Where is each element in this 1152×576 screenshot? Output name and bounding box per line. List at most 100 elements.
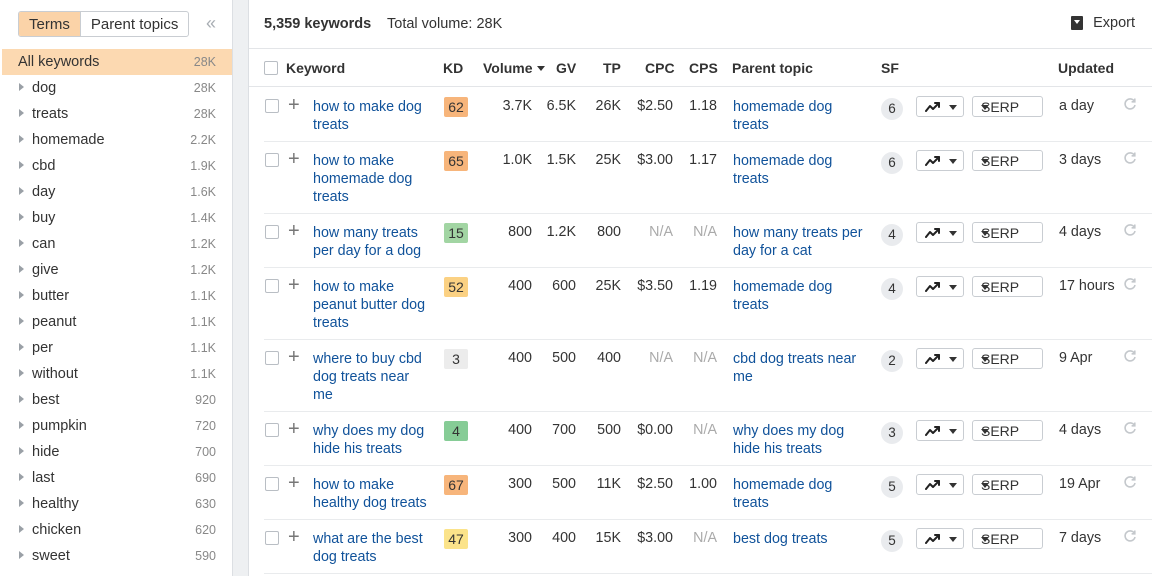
row-checkbox[interactable] (265, 99, 279, 113)
col-sf[interactable]: SF (881, 60, 899, 76)
sf-count-badge[interactable]: 6 (881, 152, 903, 174)
col-volume[interactable]: Volume (483, 60, 545, 76)
sf-count-badge[interactable]: 4 (881, 224, 903, 246)
term-item[interactable]: day 1.6K (2, 179, 232, 205)
term-item[interactable]: buy 1.4K (2, 205, 232, 231)
export-button[interactable]: Export (1071, 15, 1135, 31)
row-checkbox[interactable] (265, 351, 279, 365)
expand-caret-icon[interactable] (19, 239, 24, 247)
expand-caret-icon[interactable] (19, 187, 24, 195)
select-all-checkbox[interactable] (264, 61, 278, 75)
refresh-icon[interactable] (1123, 529, 1137, 543)
term-item[interactable]: cbd 1.9K (2, 153, 232, 179)
trend-dropdown[interactable] (916, 222, 964, 243)
trend-dropdown[interactable] (916, 96, 964, 117)
terms-tab[interactable]: Terms (19, 12, 81, 36)
serp-dropdown[interactable]: SERP (972, 150, 1043, 171)
trend-dropdown[interactable] (916, 276, 964, 297)
term-item[interactable]: hide 700 (2, 439, 232, 465)
serp-dropdown[interactable]: SERP (972, 96, 1043, 117)
add-to-list-icon[interactable]: + (288, 419, 300, 439)
col-keyword[interactable]: Keyword (286, 60, 345, 76)
sf-count-badge[interactable]: 4 (881, 278, 903, 300)
parent-topic-link[interactable]: best dog treats (733, 530, 871, 548)
row-checkbox[interactable] (265, 279, 279, 293)
sf-count-badge[interactable]: 6 (881, 98, 903, 120)
row-checkbox[interactable] (265, 477, 279, 491)
term-item[interactable]: All keywords 28K (2, 49, 232, 75)
parent-topic-link[interactable]: why does my dog hide his treats (733, 422, 871, 458)
serp-dropdown[interactable]: SERP (972, 222, 1043, 243)
expand-caret-icon[interactable] (19, 473, 24, 481)
term-item[interactable]: pumpkin 720 (2, 413, 232, 439)
expand-caret-icon[interactable] (19, 551, 24, 559)
keyword-link[interactable]: how to make homemade dog treats (313, 152, 431, 206)
add-to-list-icon[interactable]: + (288, 149, 300, 169)
col-gv[interactable]: GV (556, 60, 576, 76)
col-parent-topic[interactable]: Parent topic (732, 60, 813, 76)
parent-topic-link[interactable]: homemade dog treats (733, 98, 871, 134)
term-item[interactable]: best 920 (2, 387, 232, 413)
expand-caret-icon[interactable] (19, 343, 24, 351)
serp-dropdown[interactable]: SERP (972, 528, 1043, 549)
term-item[interactable]: dog 28K (2, 75, 232, 101)
parent-topic-link[interactable]: cbd dog treats near me (733, 350, 871, 386)
keyword-link[interactable]: how to make dog treats (313, 98, 431, 134)
expand-caret-icon[interactable] (19, 317, 24, 325)
add-to-list-icon[interactable]: + (288, 473, 300, 493)
refresh-icon[interactable] (1123, 223, 1137, 237)
keyword-link[interactable]: how to make healthy dog treats (313, 476, 431, 512)
term-item[interactable]: can 1.2K (2, 231, 232, 257)
refresh-icon[interactable] (1123, 475, 1137, 489)
sf-count-badge[interactable]: 5 (881, 476, 903, 498)
expand-caret-icon[interactable] (19, 213, 24, 221)
trend-dropdown[interactable] (916, 528, 964, 549)
serp-dropdown[interactable]: SERP (972, 420, 1043, 441)
expand-caret-icon[interactable] (19, 447, 24, 455)
col-updated[interactable]: Updated (1058, 60, 1114, 76)
trend-dropdown[interactable] (916, 348, 964, 369)
refresh-icon[interactable] (1123, 97, 1137, 111)
col-cpc[interactable]: CPC (645, 60, 675, 76)
expand-caret-icon[interactable] (19, 291, 24, 299)
expand-caret-icon[interactable] (19, 135, 24, 143)
term-item[interactable]: healthy 630 (2, 491, 232, 517)
expand-caret-icon[interactable] (19, 109, 24, 117)
add-to-list-icon[interactable]: + (288, 527, 300, 547)
row-checkbox[interactable] (265, 423, 279, 437)
row-checkbox[interactable] (265, 225, 279, 239)
refresh-icon[interactable] (1123, 421, 1137, 435)
keyword-link[interactable]: what are the best dog treats (313, 530, 431, 566)
keyword-link[interactable]: how many treats per day for a dog (313, 224, 431, 260)
row-checkbox[interactable] (265, 531, 279, 545)
serp-dropdown[interactable]: SERP (972, 276, 1043, 297)
term-item[interactable]: sweet 590 (2, 543, 232, 569)
sf-count-badge[interactable]: 5 (881, 530, 903, 552)
refresh-icon[interactable] (1123, 349, 1137, 363)
keyword-link[interactable]: how to make peanut butter dog treats (313, 278, 431, 332)
add-to-list-icon[interactable]: + (288, 221, 300, 241)
expand-caret-icon[interactable] (19, 525, 24, 533)
trend-dropdown[interactable] (916, 474, 964, 495)
double-chevron-left-icon[interactable]: « (202, 13, 220, 33)
expand-caret-icon[interactable] (19, 83, 24, 91)
keyword-link[interactable]: where to buy cbd dog treats near me (313, 350, 431, 404)
parent-topic-link[interactable]: how many treats per day for a cat (733, 224, 871, 260)
sf-count-badge[interactable]: 3 (881, 422, 903, 444)
keyword-link[interactable]: why does my dog hide his treats (313, 422, 431, 458)
expand-caret-icon[interactable] (19, 421, 24, 429)
term-item[interactable]: peanut 1.1K (2, 309, 232, 335)
term-item[interactable]: homemade 2.2K (2, 127, 232, 153)
col-kd[interactable]: KD (443, 60, 463, 76)
refresh-icon[interactable] (1123, 151, 1137, 165)
term-item[interactable]: butter 1.1K (2, 283, 232, 309)
expand-caret-icon[interactable] (19, 265, 24, 273)
serp-dropdown[interactable]: SERP (972, 474, 1043, 495)
trend-dropdown[interactable] (916, 150, 964, 171)
term-item[interactable]: without 1.1K (2, 361, 232, 387)
term-item[interactable]: per 1.1K (2, 335, 232, 361)
term-item[interactable]: treats 28K (2, 101, 232, 127)
parent-topic-link[interactable]: homemade dog treats (733, 278, 871, 314)
sf-count-badge[interactable]: 2 (881, 350, 903, 372)
expand-caret-icon[interactable] (19, 499, 24, 507)
